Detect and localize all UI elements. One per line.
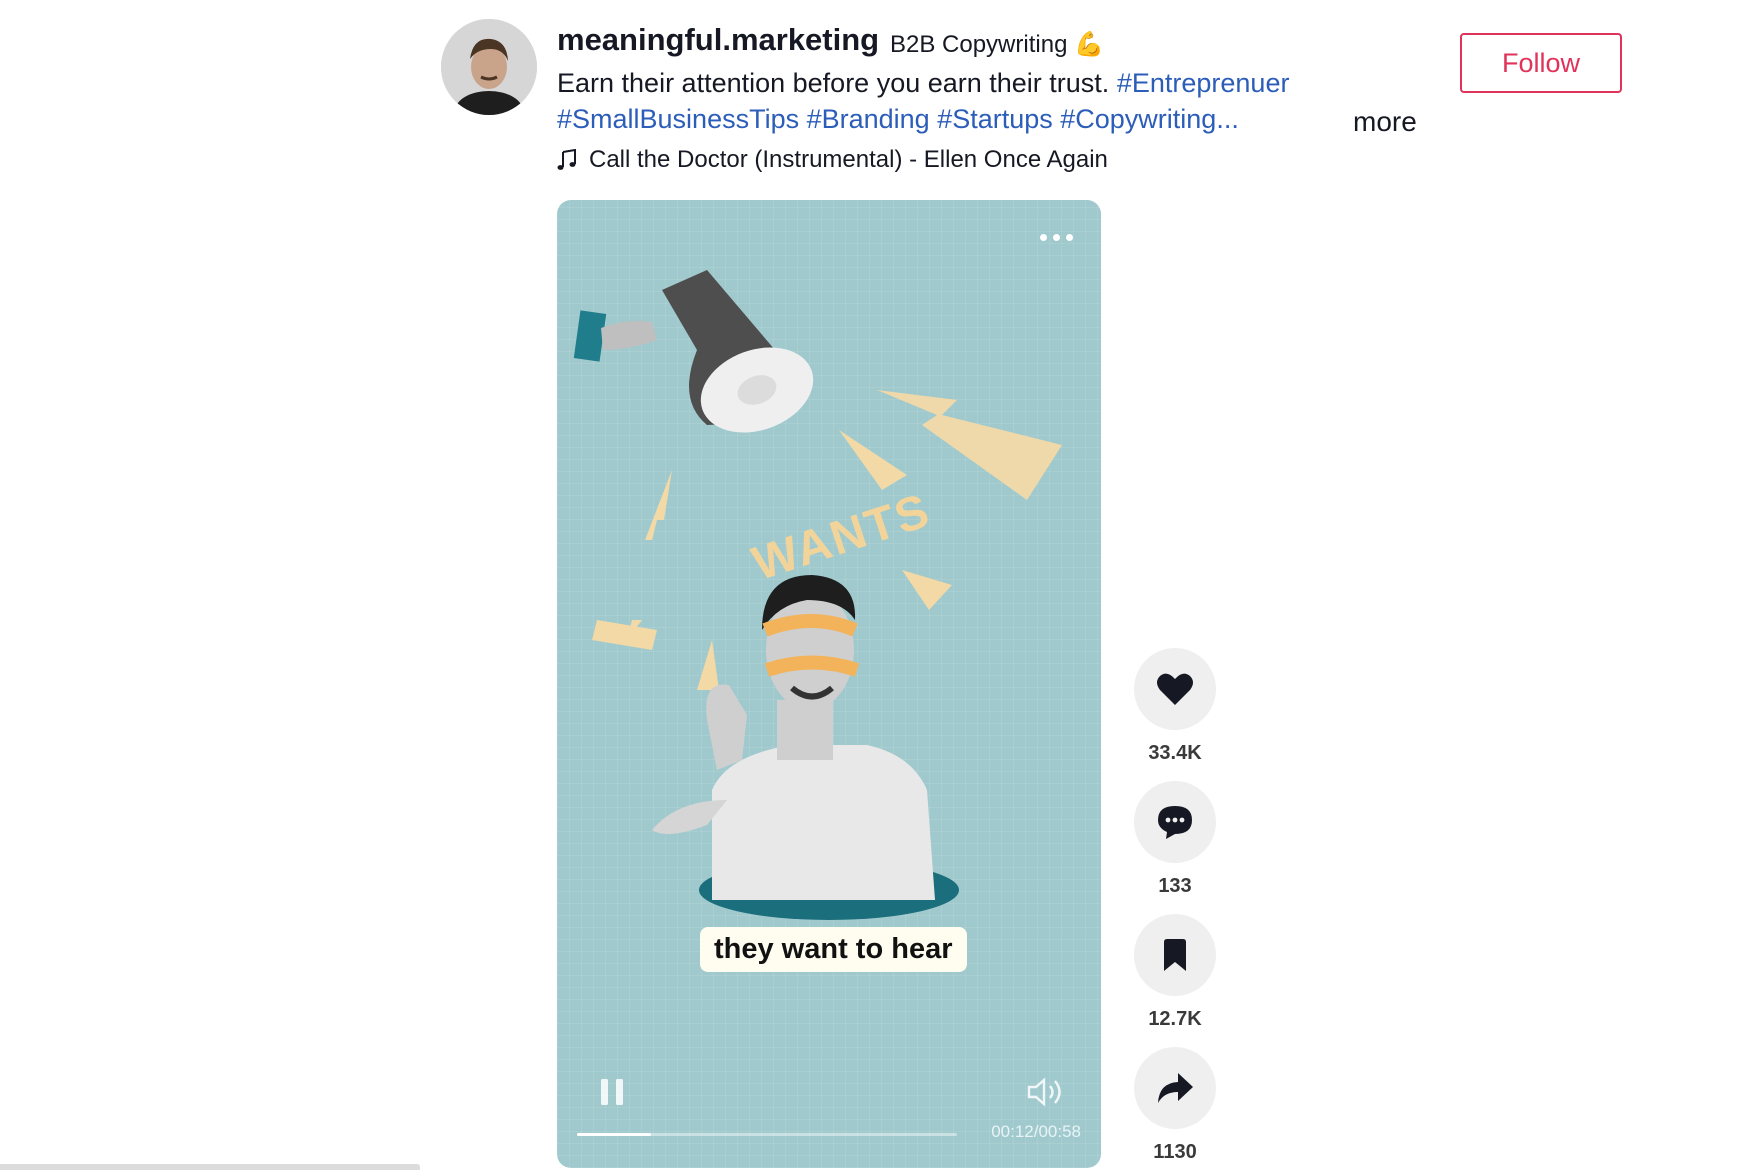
video-artwork — [573, 270, 1062, 920]
share-button[interactable] — [1134, 1047, 1216, 1129]
video-player[interactable]: WANTS they want to hear 00:12/00:58 — [557, 200, 1101, 1168]
bookmark-count: 12.7K — [1148, 1008, 1202, 1030]
profile-photo — [441, 19, 537, 115]
volume-icon[interactable] — [1025, 1075, 1069, 1109]
avatar[interactable] — [441, 19, 537, 115]
scroll-indicator — [0, 1164, 420, 1170]
video-caption: they want to hear — [700, 927, 967, 972]
like-action: 33.4K — [1134, 648, 1216, 765]
share-action: 1130 — [1134, 1047, 1216, 1164]
music-link[interactable]: Call the Doctor (Instrumental) - Ellen O… — [557, 146, 1108, 174]
like-count: 33.4K — [1148, 742, 1202, 764]
like-button[interactable] — [1134, 648, 1216, 730]
music-title: Call the Doctor (Instrumental) - Ellen O… — [589, 146, 1108, 173]
heart-icon — [1157, 673, 1193, 705]
comment-action: 133 — [1134, 781, 1216, 898]
comment-count: 133 — [1158, 875, 1192, 897]
progress-fill — [577, 1133, 652, 1136]
follow-button[interactable]: Follow — [1460, 33, 1622, 93]
description-text: Earn their attention before you earn the… — [557, 68, 1110, 98]
share-count: 1130 — [1153, 1141, 1197, 1163]
comment-icon — [1158, 806, 1192, 839]
description-hashtags[interactable]: #SmallBusinessTips #Branding #Startups #… — [557, 104, 1239, 135]
bookmark-button[interactable] — [1134, 914, 1216, 996]
share-icon — [1158, 1073, 1193, 1103]
progress-bar[interactable] — [577, 1133, 957, 1136]
playback-time: 00:12/00:58 — [991, 1122, 1081, 1141]
hashtag-entreprenuer[interactable]: #Entreprenuer — [1117, 68, 1290, 98]
bookmark-action: 12.7K — [1134, 914, 1216, 1031]
author-nickname: B2B Copywriting 💪 — [890, 31, 1104, 58]
bookmark-icon — [1164, 939, 1186, 971]
music-note-icon — [557, 149, 576, 170]
more-button[interactable]: more — [1353, 106, 1417, 138]
author-username[interactable]: meaningful.marketing — [557, 22, 879, 58]
pause-icon[interactable] — [597, 1075, 627, 1109]
comment-button[interactable] — [1134, 781, 1216, 863]
description-line-1: Earn their attention before you earn the… — [557, 68, 1289, 99]
